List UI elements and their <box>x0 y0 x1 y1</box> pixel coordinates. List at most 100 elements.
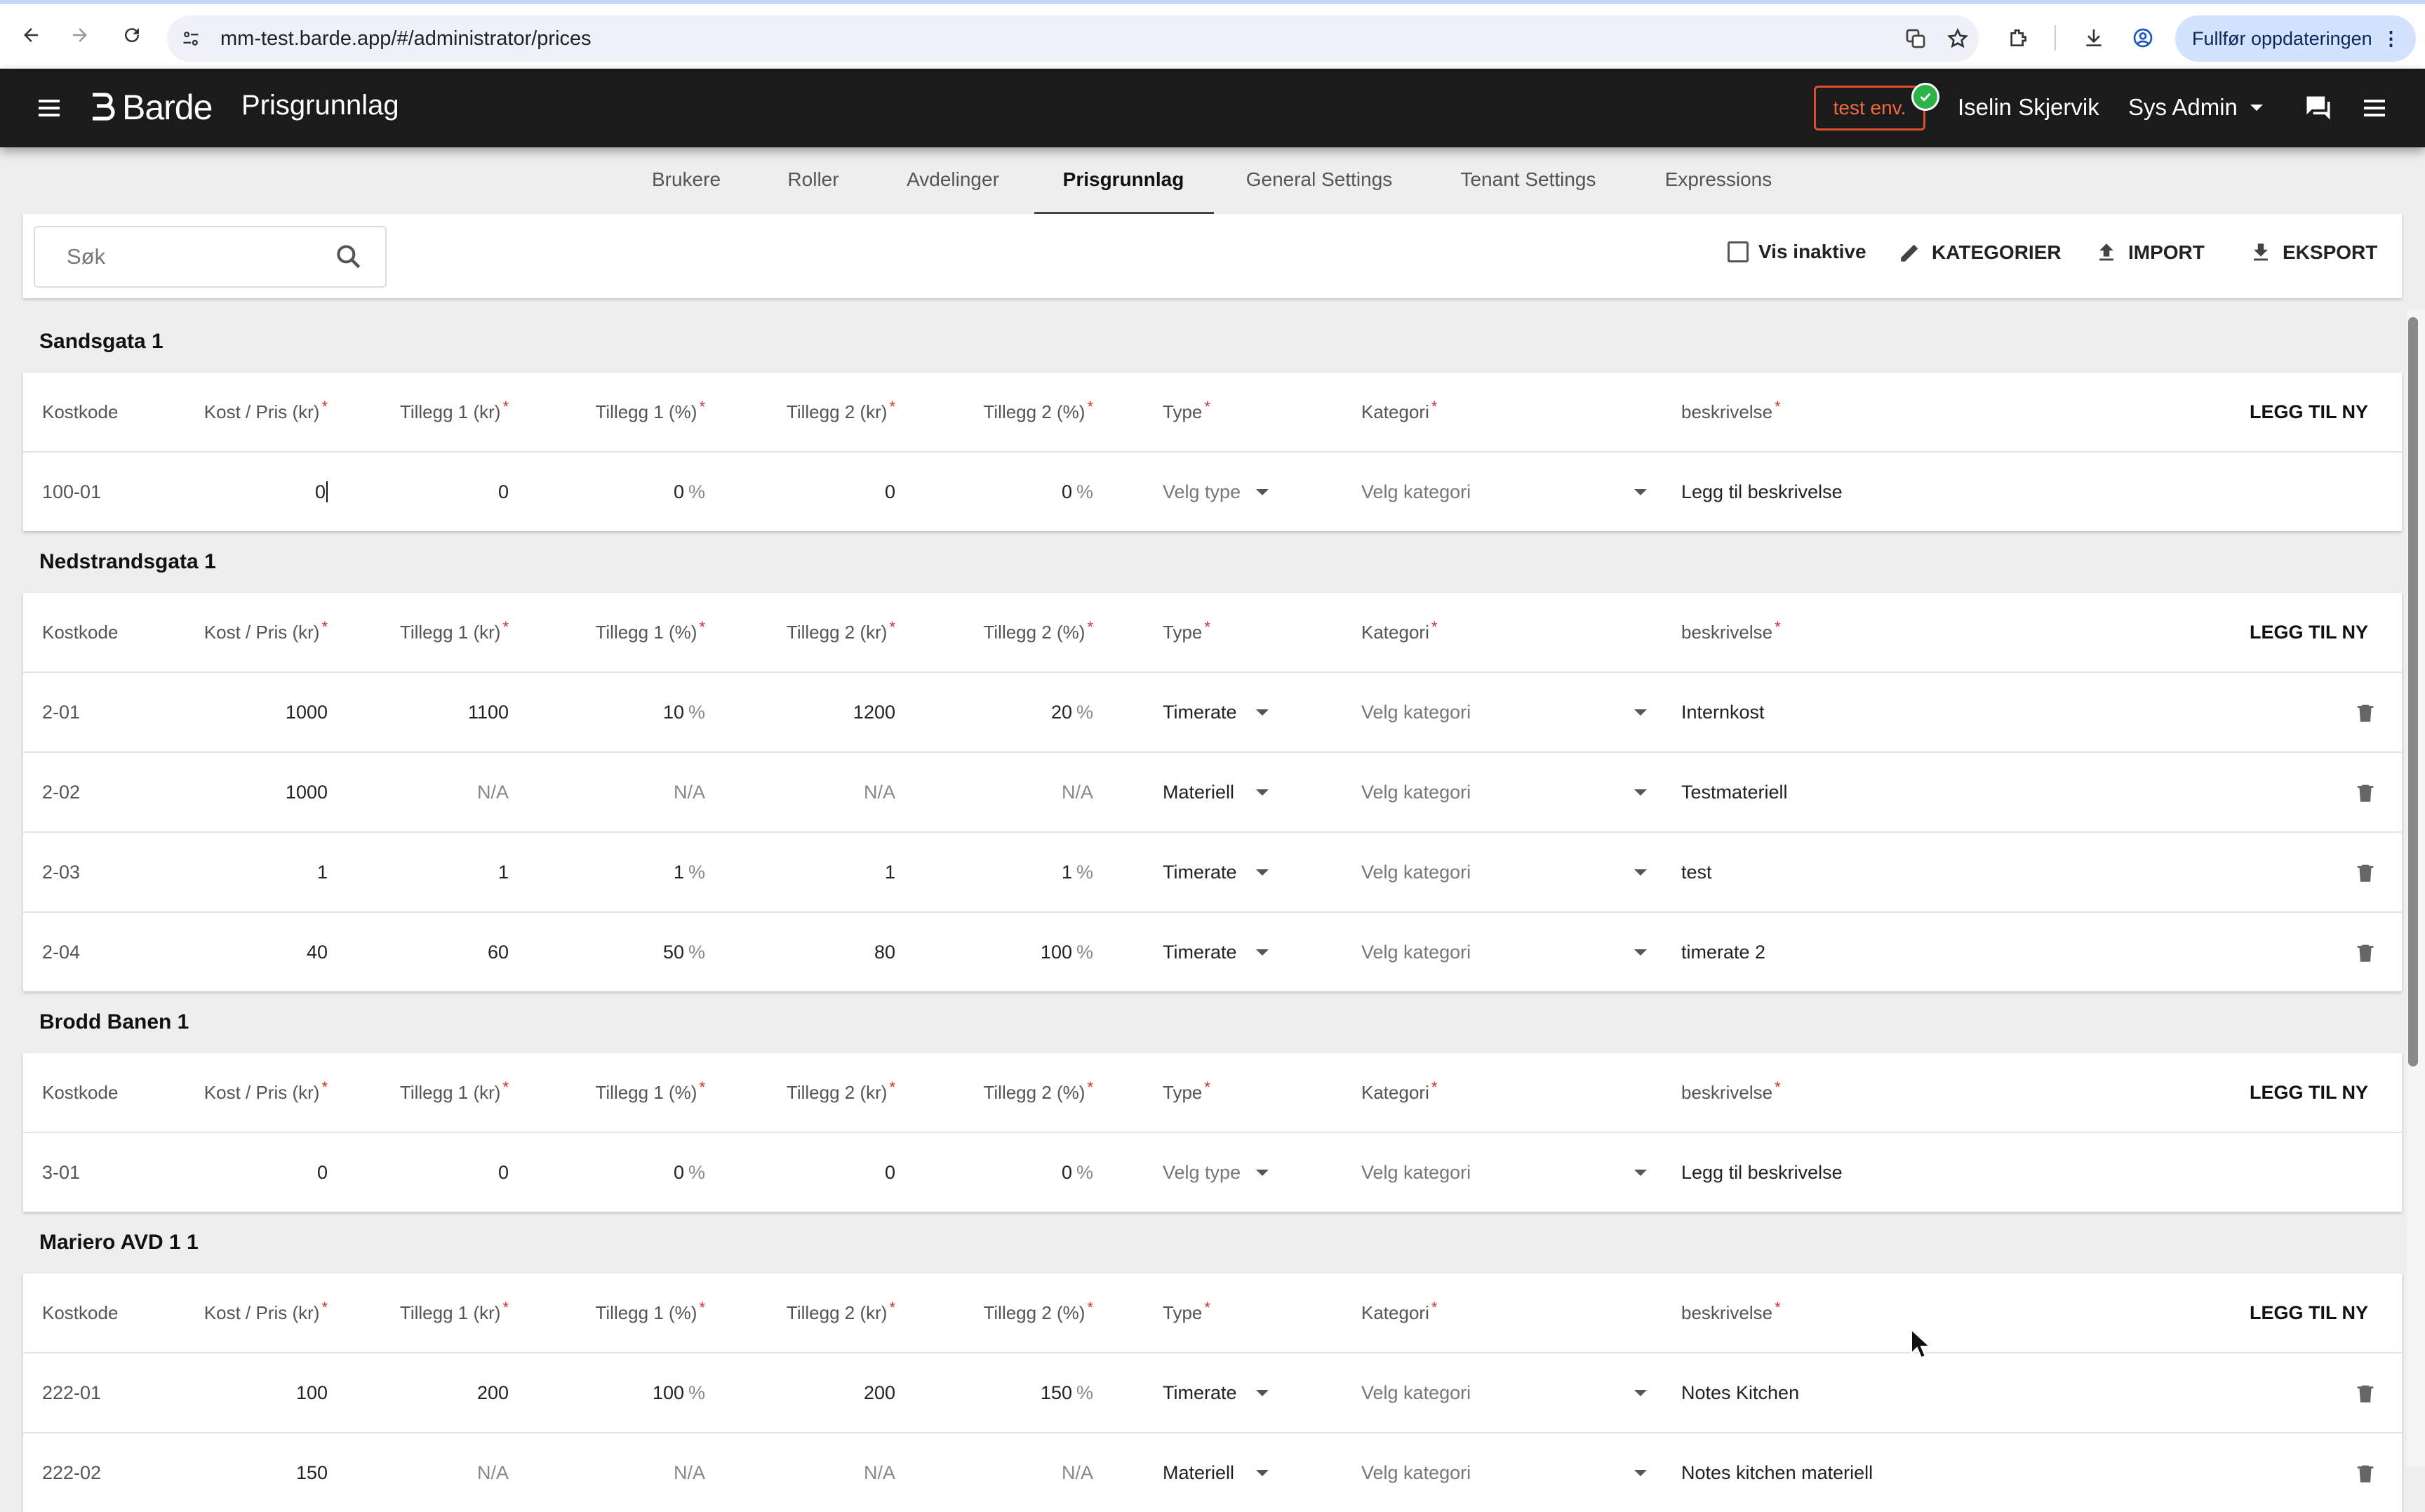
download-icon[interactable] <box>2078 22 2109 53</box>
kategori-select[interactable]: Velg kategori <box>1361 673 1663 751</box>
tillegg1-pct-input[interactable]: N/A <box>549 1433 705 1512</box>
tab-brukere[interactable]: Brukere <box>652 168 721 191</box>
tillegg2-pct-input[interactable]: N/A <box>935 753 1093 831</box>
tillegg1-pct-input[interactable]: 0% <box>549 1133 705 1212</box>
kategori-select[interactable]: Velg kategori <box>1361 1433 1663 1512</box>
translate-icon[interactable] <box>1900 23 1931 54</box>
tillegg2-kr-input[interactable]: 80 <box>746 913 895 991</box>
kost-input[interactable]: 0 <box>185 453 328 531</box>
kategori-select[interactable]: Velg kategori <box>1361 913 1663 991</box>
categories-button[interactable]: KATEGORIER <box>1898 241 2062 265</box>
tillegg2-kr-input[interactable]: 0 <box>746 453 895 531</box>
tillegg2-pct-input[interactable]: 0% <box>935 453 1093 531</box>
tillegg2-pct-input[interactable]: 0% <box>935 1133 1093 1212</box>
tillegg1-pct-input[interactable]: 0% <box>549 453 705 531</box>
kategori-select[interactable]: Velg kategori <box>1361 753 1663 831</box>
import-button[interactable]: IMPORT <box>2095 241 2205 265</box>
bookmark-star-icon[interactable] <box>1942 23 1973 54</box>
tillegg2-pct-input[interactable]: 1% <box>935 833 1093 911</box>
export-button[interactable]: EKSPORT <box>2249 241 2377 265</box>
tab-roller[interactable]: Roller <box>787 168 839 191</box>
tillegg1-pct-input[interactable]: 100% <box>549 1353 705 1432</box>
menu-icon[interactable] <box>2360 94 2389 122</box>
beskrivelse-input[interactable]: Testmateriell <box>1681 753 1788 831</box>
trash-icon[interactable] <box>2353 781 2377 810</box>
hamburger-menu-icon[interactable] <box>35 94 63 122</box>
reload-icon[interactable] <box>116 20 147 51</box>
search-icon[interactable] <box>333 241 364 276</box>
back-icon[interactable] <box>15 20 46 51</box>
tillegg2-kr-input[interactable]: N/A <box>746 753 895 831</box>
type-select[interactable]: Timerate <box>1163 673 1324 751</box>
kost-input[interactable]: 1 <box>185 833 328 911</box>
show-inactive-checkbox[interactable]: Vis inaktive <box>1728 241 1866 263</box>
tillegg2-pct-input[interactable]: 150% <box>935 1353 1093 1432</box>
type-select[interactable]: Timerate <box>1163 833 1324 911</box>
tab-general-settings[interactable]: General Settings <box>1246 168 1393 191</box>
role-dropdown[interactable]: Sys Admin <box>2128 94 2263 121</box>
trash-icon[interactable] <box>2353 861 2377 890</box>
beskrivelse-input[interactable]: Legg til beskrivelse <box>1681 453 1843 531</box>
kategori-select[interactable]: Velg kategori <box>1361 453 1663 531</box>
add-new-button[interactable]: LEGG TIL NY <box>2250 1273 2368 1352</box>
search-field[interactable] <box>34 226 387 288</box>
kategori-select[interactable]: Velg kategori <box>1361 1353 1663 1432</box>
trash-icon[interactable] <box>2353 941 2377 970</box>
type-select[interactable]: Timerate <box>1163 1353 1324 1432</box>
tillegg1-kr-input[interactable]: N/A <box>367 1433 509 1512</box>
site-settings-icon[interactable] <box>175 23 206 54</box>
tab-prisgrunnlag[interactable]: Prisgrunnlag <box>1063 168 1184 191</box>
type-select[interactable]: Velg type <box>1163 453 1324 531</box>
kost-input[interactable]: 150 <box>185 1433 328 1512</box>
tab-avdelinger[interactable]: Avdelinger <box>907 168 999 191</box>
finish-update-button[interactable]: Fullfør oppdateringen⋮ <box>2175 15 2416 62</box>
scrollbar-thumb[interactable] <box>2408 317 2418 1066</box>
type-select[interactable]: Velg type <box>1163 1133 1324 1212</box>
kategori-select[interactable]: Velg kategori <box>1361 833 1663 911</box>
profile-icon[interactable] <box>2127 22 2158 53</box>
tillegg2-kr-input[interactable]: 200 <box>746 1353 895 1432</box>
tillegg2-kr-input[interactable]: N/A <box>746 1433 895 1512</box>
tillegg1-kr-input[interactable]: 1 <box>367 833 509 911</box>
tab-expressions[interactable]: Expressions <box>1665 168 1772 191</box>
type-select[interactable]: Timerate <box>1163 913 1324 991</box>
kost-input[interactable]: 0 <box>185 1133 328 1212</box>
kost-input[interactable]: 40 <box>185 913 328 991</box>
tillegg2-pct-input[interactable]: 100% <box>935 913 1093 991</box>
kost-input[interactable]: 1000 <box>185 673 328 751</box>
type-select[interactable]: Materiell <box>1163 1433 1324 1512</box>
tillegg1-kr-input[interactable]: 0 <box>367 453 509 531</box>
search-input[interactable] <box>35 227 316 286</box>
tillegg1-kr-input[interactable]: 200 <box>367 1353 509 1432</box>
tillegg1-kr-input[interactable]: 0 <box>367 1133 509 1212</box>
tillegg2-kr-input[interactable]: 0 <box>746 1133 895 1212</box>
beskrivelse-input[interactable]: Notes kitchen materiell <box>1681 1433 1873 1512</box>
beskrivelse-input[interactable]: Legg til beskrivelse <box>1681 1133 1843 1212</box>
kost-input[interactable]: 1000 <box>185 753 328 831</box>
tillegg1-pct-input[interactable]: 10% <box>549 673 705 751</box>
tillegg2-pct-input[interactable]: N/A <box>935 1433 1093 1512</box>
beskrivelse-input[interactable]: test <box>1681 833 1712 911</box>
trash-icon[interactable] <box>2353 1461 2377 1490</box>
tillegg2-kr-input[interactable]: 1 <box>746 833 895 911</box>
tillegg1-pct-input[interactable]: 50% <box>549 913 705 991</box>
beskrivelse-input[interactable]: Notes Kitchen <box>1681 1353 1799 1432</box>
trash-icon[interactable] <box>2353 1381 2377 1410</box>
tab-tenant-settings[interactable]: Tenant Settings <box>1460 168 1596 191</box>
add-new-button[interactable]: LEGG TIL NY <box>2250 593 2368 671</box>
kost-input[interactable]: 100 <box>185 1353 328 1432</box>
tillegg2-pct-input[interactable]: 20% <box>935 673 1093 751</box>
tillegg2-kr-input[interactable]: 1200 <box>746 673 895 751</box>
beskrivelse-input[interactable]: Internkost <box>1681 673 1765 751</box>
tillegg1-kr-input[interactable]: 60 <box>367 913 509 991</box>
tillegg1-kr-input[interactable]: 1100 <box>367 673 509 751</box>
chat-icon[interactable] <box>2303 93 2334 123</box>
tillegg1-kr-input[interactable]: N/A <box>367 753 509 831</box>
kategori-select[interactable]: Velg kategori <box>1361 1133 1663 1212</box>
add-new-button[interactable]: LEGG TIL NY <box>2250 1053 2368 1132</box>
add-new-button[interactable]: LEGG TIL NY <box>2250 373 2368 451</box>
beskrivelse-input[interactable]: timerate 2 <box>1681 913 1765 991</box>
address-bar[interactable]: mm-test.barde.app/#/administrator/prices <box>167 15 1979 62</box>
tillegg1-pct-input[interactable]: 1% <box>549 833 705 911</box>
tillegg1-pct-input[interactable]: N/A <box>549 753 705 831</box>
